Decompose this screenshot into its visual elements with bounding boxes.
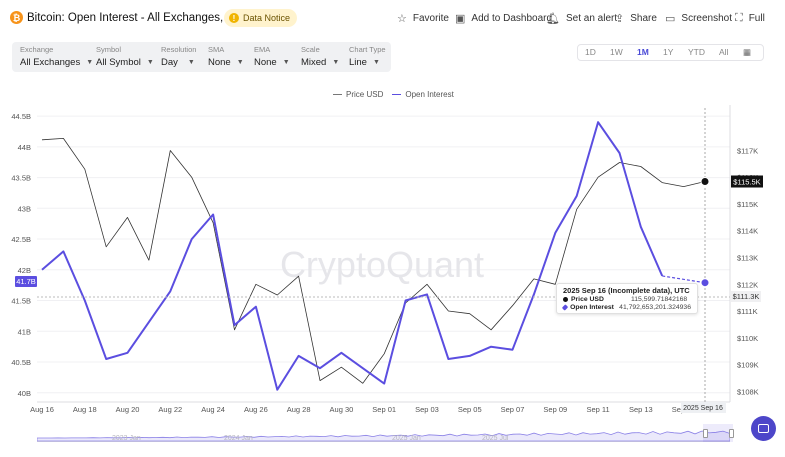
oi-marker-icon — [561, 304, 569, 311]
navigator-label: 2025 Jul — [482, 435, 509, 442]
navigator-label: 2023 Jan — [112, 435, 141, 442]
right-tick-label: $109K — [737, 361, 759, 370]
oi-last-point — [700, 278, 710, 288]
right-tick-label: $114K — [737, 227, 758, 236]
tooltip-price-value: 115,599.71842168 — [631, 296, 688, 303]
left-tick-label: 40B — [18, 389, 31, 398]
x-tick-label: Sep 01 — [372, 405, 396, 414]
watermark: CryptoQuant — [280, 244, 484, 285]
left-tick-label: 40.5B — [11, 358, 31, 367]
price-marker-icon — [563, 297, 568, 302]
right-tick-label: $111K — [737, 307, 758, 316]
right-tick-label: $108K — [737, 387, 759, 396]
open-interest-incomplete-line — [662, 275, 706, 284]
tooltip-price-label: Price USD — [571, 296, 604, 303]
x-tick-label: Aug 26 — [244, 405, 268, 414]
x-tick-label: Aug 20 — [116, 405, 140, 414]
right-tick-label: $115K — [737, 200, 758, 209]
x-tick-label: Sep 09 — [543, 405, 567, 414]
x-tick-label: Aug 24 — [201, 405, 225, 414]
chat-icon — [758, 424, 769, 433]
left-tick-label: 42.5B — [11, 235, 31, 244]
left-tick-label: 42B — [18, 266, 31, 275]
x-tick-label: Aug 16 — [30, 405, 54, 414]
open-interest-chart[interactable]: CryptoQuant 40B 40.5B 41B 41.5B 42B 42.5B 43B 4… — [0, 0, 785, 457]
right-tick-label: $110K — [737, 334, 758, 343]
right-tick-label: $113K — [737, 254, 758, 263]
navigator-label: 2025 Jan — [392, 435, 421, 442]
left-tick-label: 43B — [18, 204, 31, 213]
price-last-point — [700, 177, 710, 187]
x-tick-label: Sep 11 — [586, 405, 609, 414]
right-crosshair-tag-text: $111.3K — [733, 292, 760, 301]
navigator-series — [37, 430, 730, 442]
chart-tooltip: 2025 Sep 16 (Incomplete data), UTC Price… — [556, 283, 698, 314]
tooltip-oi-label: Open Interest — [570, 304, 614, 311]
navigator-label: 2024 Jan — [224, 435, 253, 442]
x-tick-label: Aug 30 — [330, 405, 354, 414]
chat-support-button[interactable] — [751, 416, 776, 441]
left-value-tag-text: 41.7B — [16, 277, 36, 286]
x-tick-label: Sep 13 — [629, 405, 653, 414]
x-crosshair-tag-text: 2025 Sep 16 — [683, 405, 723, 412]
x-tick-label: Sep 03 — [415, 405, 439, 414]
left-tick-label: 41B — [18, 327, 31, 336]
right-tick-label: $112K — [737, 280, 758, 289]
x-tick-label: Sep 07 — [501, 405, 525, 414]
left-tick-label: 44B — [18, 143, 31, 152]
tooltip-price-row: Price USD 115,599.71842168 — [563, 296, 691, 303]
x-tick-label: Aug 28 — [287, 405, 311, 414]
left-tick-label: 41.5B — [11, 297, 31, 306]
tooltip-oi-row: Open Interest 41,792,653,201.324936 — [561, 304, 691, 311]
left-tick-label: 43.5B — [11, 174, 31, 183]
navigator-right-handle[interactable] — [729, 429, 734, 438]
x-tick-label: Aug 18 — [73, 405, 97, 414]
last-price-tag-text: $115.5K — [733, 178, 760, 187]
x-tick-label: Aug 22 — [158, 405, 182, 414]
tooltip-title: 2025 Sep 16 (Incomplete data), UTC — [563, 286, 690, 295]
left-tick-label: 44.5B — [11, 112, 31, 121]
tooltip-oi-value: 41,792,653,201.324936 — [619, 304, 691, 311]
x-tick-label: Sep 05 — [458, 405, 482, 414]
navigator-left-handle[interactable] — [703, 429, 708, 438]
right-tick-label: $117K — [737, 146, 758, 155]
range-navigator[interactable]: 2023 Jan 2024 Jan 2025 Jan 2025 Jul — [37, 424, 734, 442]
